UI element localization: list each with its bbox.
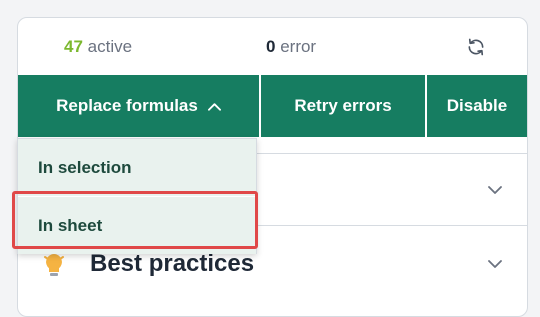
chevron-up-icon bbox=[207, 102, 221, 111]
menu-item-label: In selection bbox=[38, 157, 132, 177]
highlight-box bbox=[12, 191, 258, 249]
action-toolbar: Replace formulas Retry errors Disable bbox=[18, 75, 527, 137]
retry-errors-label: Retry errors bbox=[294, 96, 392, 115]
disable-button[interactable]: Disable bbox=[427, 75, 527, 137]
replace-formulas-label: Replace formulas bbox=[56, 96, 198, 115]
error-label: error bbox=[280, 37, 317, 56]
retry-errors-button[interactable]: Retry errors bbox=[261, 75, 427, 137]
error-count-stat: 0 error bbox=[266, 37, 316, 57]
error-count: 0 bbox=[266, 37, 276, 56]
menu-item-in-selection[interactable]: In selection bbox=[18, 139, 256, 196]
replace-formulas-button[interactable]: Replace formulas bbox=[18, 75, 261, 137]
chevron-down-icon[interactable] bbox=[488, 260, 502, 269]
refresh-icon[interactable] bbox=[466, 37, 486, 57]
status-bar: 47 active 0 error bbox=[18, 18, 527, 75]
active-count: 47 bbox=[64, 37, 83, 56]
active-count-stat: 47 active bbox=[64, 37, 132, 57]
light-bulb-icon bbox=[44, 251, 64, 276]
chevron-down-icon[interactable] bbox=[488, 186, 502, 195]
disable-label: Disable bbox=[446, 96, 508, 115]
active-label: active bbox=[87, 37, 133, 56]
section-title: Best practices bbox=[90, 250, 255, 277]
